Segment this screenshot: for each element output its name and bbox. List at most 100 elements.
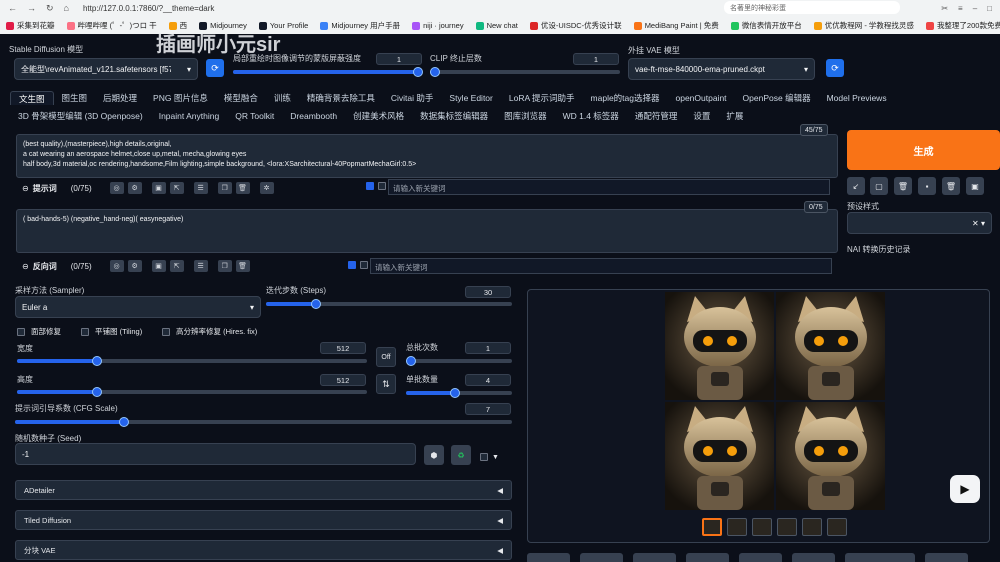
save-button[interactable] [580,553,623,562]
sampler-select[interactable]: Euler a ▾ [15,296,261,318]
tab-item[interactable]: QR Toolkit [227,109,282,123]
hires-checkbox[interactable] [162,327,170,336]
tab-item[interactable]: 训练 [266,91,299,105]
menu-icon[interactable]: ≡ [958,4,963,13]
keyword-checkbox[interactable] [348,261,356,269]
collapse-icon[interactable]: ⊖ [22,262,29,271]
tab-item[interactable]: 图库浏览器 [496,109,555,123]
extra-seed-checkbox[interactable] [480,453,488,461]
hires-option[interactable]: 高分辨率修复 (Hires. fix) [162,326,257,337]
height-value[interactable]: 512 [320,374,366,386]
clear-icon[interactable]: ✕ ▾ [972,219,985,228]
prompt-textarea[interactable]: (best quality),(masterpiece),high detail… [16,134,838,178]
list-icon[interactable]: ☰ [193,182,208,194]
batch-size-slider[interactable] [406,388,512,398]
clipboard-icon[interactable]: ▢ [870,177,888,195]
gallery-thumbnail[interactable] [752,518,772,536]
tiling-checkbox[interactable] [81,327,89,336]
card-icon[interactable]: ▪ [918,177,936,195]
cfg-value[interactable]: 7 [465,403,511,415]
bookmark-item[interactable]: New chat [475,21,518,30]
generated-image[interactable] [776,292,885,400]
gallery-thumbnail[interactable] [802,518,822,536]
gallery-thumbnail[interactable] [827,518,847,536]
face-restore-option[interactable]: 面部修复 [17,326,61,337]
generated-image[interactable] [665,402,774,510]
tab-item[interactable]: Civitai 助手 [383,91,442,105]
mask-strength-value[interactable]: 1 [376,53,422,65]
vae-select[interactable]: vae-ft-mse-840000-ema-pruned.ckpt ▾ [628,58,815,80]
inpaint-button[interactable] [739,553,782,562]
export-icon[interactable]: ⇱ [169,260,184,272]
keyword-toggle[interactable] [360,261,368,269]
accordion-tiled-diffusion[interactable]: Tiled Diffusion ◀ [15,510,512,530]
model-select[interactable]: 全能型\revAnimated_v121.safetensors [f57b21… [14,58,198,80]
settings-icon[interactable]: ⚙ [127,182,142,194]
tab-item[interactable]: LoRA 提示词助手 [501,91,583,105]
trash-icon[interactable]: 🗑 [894,177,912,195]
tools-icon[interactable]: ✂ [941,4,948,13]
bookmark-item[interactable]: Midjourney 用户手册 [320,20,400,31]
refresh-vae-button[interactable]: ⟳ [826,59,844,77]
negative-prompt-textarea[interactable]: ( bad-hands-5) (negative_hand-neg)( easy… [16,209,838,253]
tab-item[interactable]: Inpaint Anything [151,109,228,123]
keyword-checkbox[interactable] [366,182,374,190]
tiling-option[interactable]: 平铺图 (Tiling) [81,326,142,337]
bookmark-item[interactable]: MediBang Paint | 免费 [633,20,719,31]
tab-item[interactable]: Style Editor [441,91,500,105]
tab-item[interactable]: maple的tag选择器 [583,91,668,105]
generated-image[interactable] [776,402,885,510]
tab-item[interactable]: PNG 图片信息 [145,91,216,105]
clip-skip-value[interactable]: 1 [573,53,619,65]
paste-icon[interactable]: ↙ [847,177,865,195]
settings-icon[interactable]: ⚙ [127,260,142,272]
globe-icon[interactable]: ◎ [109,182,124,194]
generated-image[interactable] [665,292,774,400]
swap-dimensions-icon[interactable]: ⇅ [376,374,396,394]
bookmark-item[interactable]: 我整理了200款免费商用字 [925,20,1000,31]
copy-icon[interactable]: ❐ [217,260,232,272]
batch-size-value[interactable]: 4 [465,374,511,386]
recycle-icon[interactable]: ♻ [451,445,471,465]
bookmark-item[interactable]: 哔哩哔哩 (゜-゜)つロ 干 [66,20,157,31]
tab-item[interactable]: 图生图 [54,91,96,105]
collapse-icon[interactable]: ⊖ [22,184,29,193]
mask-strength-slider[interactable] [233,67,423,77]
bookmark-item[interactable]: 采集到花瓣 [6,20,55,31]
image-icon[interactable]: ▣ [151,182,166,194]
face-restore-checkbox[interactable] [17,327,25,336]
reload-icon[interactable]: ↻ [46,3,54,14]
cfg-slider[interactable] [15,417,512,427]
minimize-icon[interactable]: – [973,4,977,13]
batch-count-value[interactable]: 1 [465,342,511,354]
more-button[interactable] [925,553,968,562]
tab-item[interactable]: 精确背景去除工具 [299,91,383,105]
img2img-button[interactable] [686,553,729,562]
tab-item[interactable]: 数据集标签编辑器 [412,109,496,123]
tab-item[interactable]: 扩展 [718,109,751,123]
copy-icon[interactable]: ❐ [217,182,232,194]
extra-seed-toggle[interactable]: ▼ [480,453,499,461]
tab-item[interactable]: Dreambooth [282,109,345,123]
tab-item[interactable]: 后期处理 [95,91,145,105]
trash-icon[interactable]: 🗑 [235,182,250,194]
steps-slider[interactable] [266,299,512,309]
bookmark-item[interactable]: 微信表情开放平台 [730,20,802,31]
aspect-off-button[interactable]: Off [376,347,396,367]
preset-style-select[interactable]: ✕ ▾ [847,212,992,234]
negative-keyword-input[interactable]: 请输入新关键词 [370,258,832,274]
tab-item[interactable]: 模型融合 [216,91,266,105]
list-icon[interactable]: ☰ [193,260,208,272]
tab-item[interactable]: 设置 [685,109,718,123]
folder-button[interactable] [527,553,570,562]
export-icon[interactable]: ⇱ [169,182,184,194]
url-text[interactable]: http://127.0.0.1:7860/?__theme=dark [83,4,214,13]
search-input[interactable]: 名著里的神秘彩蛋 [724,1,900,14]
tv-icon[interactable]: ▶ [950,475,980,503]
batch-count-slider[interactable] [406,356,512,366]
tab-item[interactable]: OpenPose 编辑器 [735,91,819,105]
trash-icon[interactable]: 🗑 [235,260,250,272]
bookmark-item[interactable]: niji · journey [412,21,464,30]
back-icon[interactable]: ← [8,3,17,14]
tab-item[interactable]: 通配符管理 [627,109,686,123]
